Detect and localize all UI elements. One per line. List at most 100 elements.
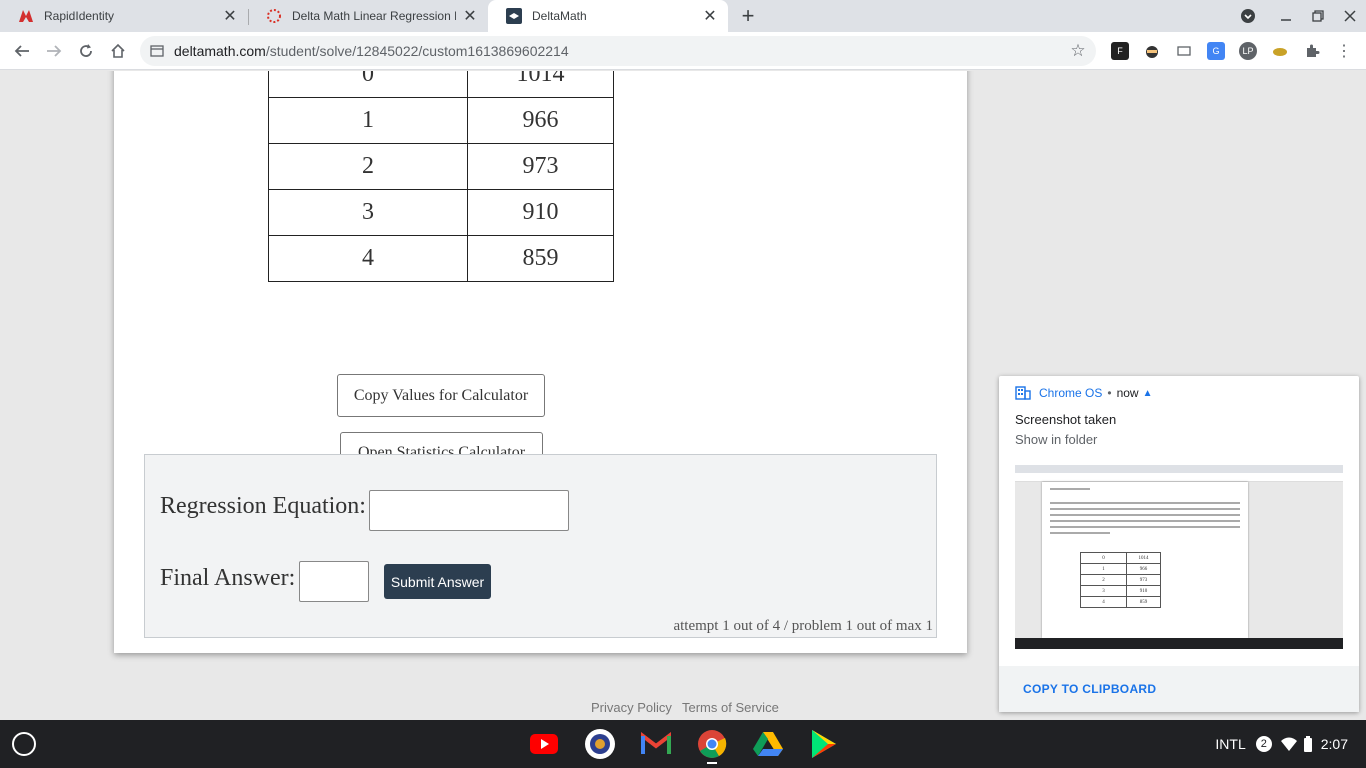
thumbnail-cell: 910	[1126, 585, 1161, 597]
thumbnail-shelf	[1015, 638, 1343, 649]
x-cell: 4	[268, 235, 468, 282]
extensions-puzzle-icon[interactable]	[1303, 42, 1321, 60]
gmail-icon[interactable]	[640, 728, 672, 760]
tab-strip: RapidIdentity ✕ Delta Math Linear Regres…	[0, 0, 1366, 32]
back-icon[interactable]	[8, 37, 36, 65]
tab-title: Delta Math Linear Regression Pr	[292, 9, 456, 23]
address-bar[interactable]: deltamath.com/student/solve/12845022/cus…	[140, 36, 1096, 66]
terms-of-service-link[interactable]: Terms of Service	[682, 700, 779, 715]
notification-time: now	[1116, 386, 1139, 400]
x-cell: 2	[268, 143, 468, 190]
notification-count-badge: 2	[1255, 736, 1272, 752]
thumbnail-text-line	[1050, 520, 1240, 522]
chrome-icon[interactable]	[696, 728, 728, 760]
y-cell: 859	[467, 235, 614, 282]
thumbnail-cell: 2	[1080, 574, 1127, 586]
x-cell: 3	[268, 189, 468, 236]
tab-title: RapidIdentity	[44, 9, 115, 23]
problem-card: 0 1014 1 966 2 973 3 910 4 859 Copy Values for Ca…	[114, 71, 967, 653]
thumbnail-toolbar	[1015, 473, 1343, 482]
wifi-icon	[1280, 737, 1297, 751]
thumbnail-text-line	[1050, 532, 1110, 534]
table-row: 0 1014	[268, 71, 614, 98]
thumbnail-text-line	[1050, 502, 1240, 504]
extension-translate-icon[interactable]: G	[1207, 42, 1225, 60]
close-window-icon[interactable]	[1335, 0, 1365, 32]
thumbnail-cell: 0	[1080, 552, 1127, 564]
notification-source: Chrome OS	[1039, 386, 1103, 400]
battery-icon	[1303, 736, 1312, 752]
attempt-counter: attempt 1 out of 4 / problem 1 out of ma…	[673, 618, 933, 634]
building-icon	[1015, 386, 1031, 400]
youtube-icon[interactable]	[528, 728, 560, 760]
ime-indicator[interactable]: INTL	[1215, 736, 1245, 752]
team-app-icon[interactable]	[584, 728, 616, 760]
url-host: deltamath.com	[174, 43, 266, 59]
extension-ninja-icon[interactable]	[1143, 42, 1161, 60]
close-icon[interactable]: ✕	[702, 8, 718, 25]
launcher-icon[interactable]	[12, 732, 36, 756]
reload-icon[interactable]	[72, 37, 100, 65]
play-store-icon[interactable]	[808, 728, 840, 760]
thumbnail-table-row: 0 1014	[1080, 552, 1161, 564]
notification-separator: •	[1107, 386, 1112, 400]
thumbnail-tabstrip	[1015, 465, 1343, 473]
notification-header: Chrome OS • now ▲	[1015, 386, 1152, 400]
thumbnail-text-line	[1050, 508, 1240, 510]
tab-search-icon[interactable]	[1233, 0, 1263, 32]
privacy-policy-link[interactable]: Privacy Policy	[591, 700, 672, 715]
extension-cast-icon[interactable]	[1175, 42, 1193, 60]
tab-title: DeltaMath	[532, 9, 587, 23]
notification-actions: COPY TO CLIPBOARD	[999, 666, 1359, 712]
answer-panel: Regression Equation: Final Answer: Submi…	[144, 454, 937, 638]
y-cell: 910	[467, 189, 614, 236]
url-path: /student/solve/12845022/custom1613869602…	[265, 43, 569, 59]
regression-equation-label: Regression Equation:	[160, 493, 366, 519]
clock: 2:07	[1320, 736, 1348, 752]
kebab-menu-icon[interactable]: ⋮	[1335, 42, 1353, 60]
show-in-folder-link[interactable]: Show in folder	[1015, 432, 1097, 447]
rapididentity-icon	[19, 10, 33, 22]
thumbnail-table-row: 4 859	[1080, 596, 1161, 608]
extension-turtle-icon[interactable]	[1271, 42, 1289, 60]
thumbnail-cell: 1014	[1126, 552, 1161, 564]
active-app-indicator	[707, 762, 717, 764]
extension-lp-icon[interactable]: LP	[1239, 42, 1257, 60]
restore-icon[interactable]	[1303, 0, 1333, 32]
table-row: 3 910	[268, 189, 614, 236]
extension-free-icon[interactable]: F	[1111, 42, 1129, 60]
google-drive-icon[interactable]	[752, 728, 784, 760]
data-table: 0 1014 1 966 2 973 3 910 4 859	[268, 71, 614, 282]
status-tray[interactable]: INTL 2 2:07	[1215, 720, 1366, 768]
home-icon[interactable]	[104, 37, 132, 65]
screenshot-notification: Chrome OS • now ▲ Screenshot taken Show …	[999, 376, 1359, 712]
y-cell: 966	[467, 97, 614, 144]
bookmark-star-icon[interactable]: ☆	[1068, 41, 1088, 61]
regression-equation-input[interactable]	[369, 490, 569, 531]
forward-icon[interactable]	[40, 37, 68, 65]
tab-delta-math-linear-regression[interactable]: Delta Math Linear Regression Pr ✕	[248, 0, 488, 32]
site-info-icon[interactable]	[150, 44, 164, 58]
thumbnail-text-line	[1050, 488, 1090, 490]
thumbnail-cell: 1	[1080, 563, 1127, 575]
thumbnail-card: 0 1014 1 966 2 973 3 910 4 859	[1042, 482, 1248, 638]
thumbnail-text-line	[1050, 514, 1240, 516]
submit-answer-button[interactable]: Submit Answer	[384, 564, 491, 599]
close-icon[interactable]: ✕	[222, 8, 238, 25]
table-row: 2 973	[268, 143, 614, 190]
copy-values-button[interactable]: Copy Values for Calculator	[337, 374, 545, 417]
close-icon[interactable]: ✕	[462, 8, 478, 25]
chevron-up-icon[interactable]: ▲	[1143, 388, 1153, 399]
tab-rapididentity[interactable]: RapidIdentity ✕	[0, 0, 248, 32]
screenshot-thumbnail[interactable]: 0 1014 1 966 2 973 3 910 4 859	[1015, 465, 1343, 649]
browser-toolbar: deltamath.com/student/solve/12845022/cus…	[0, 32, 1366, 70]
minimize-icon[interactable]	[1271, 0, 1301, 32]
thumbnail-cell: 859	[1126, 596, 1161, 608]
loading-spinner-icon	[267, 9, 281, 23]
y-cell: 1014	[467, 71, 614, 98]
final-answer-input[interactable]	[299, 561, 369, 602]
tab-deltamath[interactable]: DeltaMath ✕	[488, 0, 728, 32]
new-tab-button[interactable]: +	[736, 3, 760, 28]
thumbnail-table-row: 2 973	[1080, 574, 1161, 586]
copy-to-clipboard-button[interactable]: COPY TO CLIPBOARD	[1023, 682, 1156, 696]
